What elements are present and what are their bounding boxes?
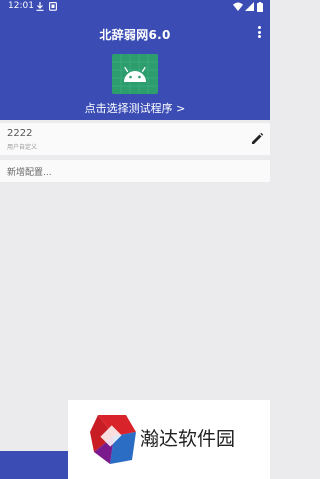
watermark-logo-icon bbox=[90, 415, 136, 464]
notification-icon bbox=[49, 2, 57, 11]
app-title: 北辞弱网6.0 bbox=[99, 28, 171, 42]
select-test-program-link[interactable]: 点击选择测试程序 > bbox=[0, 100, 270, 116]
app-bar: 北辞弱网6.0 点击选择测试程序 > bbox=[0, 14, 270, 120]
add-config-label: 新增配置... bbox=[7, 168, 52, 178]
status-time: 12:01 bbox=[8, 1, 34, 11]
status-bar: 12:01 bbox=[0, 0, 270, 14]
signal-icon bbox=[245, 2, 254, 11]
download-icon bbox=[36, 2, 44, 11]
wifi-icon bbox=[233, 2, 243, 11]
battery-icon bbox=[257, 2, 263, 12]
watermark-text: 瀚达软件园 bbox=[140, 428, 236, 450]
watermark-banner: 瀚达软件园 bbox=[68, 400, 270, 479]
config-subtitle: 用户自定义 bbox=[7, 144, 38, 151]
config-item[interactable]: 2222 用户自定义 bbox=[0, 123, 270, 155]
app-icon-android[interactable] bbox=[112, 54, 158, 94]
more-options-icon[interactable] bbox=[256, 26, 262, 40]
add-config-button[interactable]: 新增配置... bbox=[0, 160, 270, 182]
android-icon bbox=[112, 54, 158, 94]
config-name: 2222 bbox=[7, 128, 33, 139]
edit-pencil-icon[interactable] bbox=[250, 132, 264, 146]
